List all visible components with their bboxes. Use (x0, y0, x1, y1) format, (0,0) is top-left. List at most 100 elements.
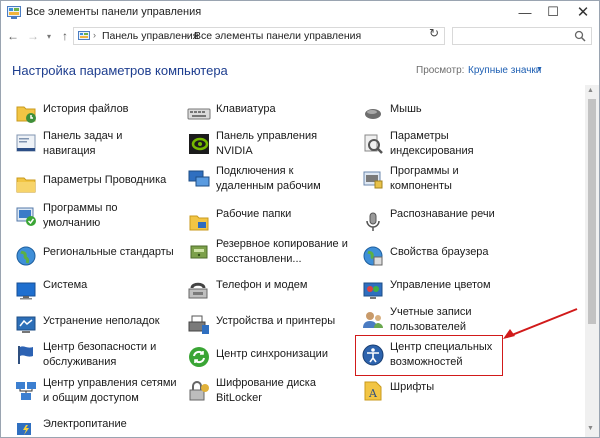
item-label: Центр управления сетями и общим доступом (43, 377, 177, 404)
item-label: Центр безопасности и обслуживания (43, 341, 157, 368)
item-label: Устранение неполадок (43, 315, 160, 327)
internet-options-icon (363, 246, 383, 266)
scroll-up-icon[interactable]: ▲ (587, 87, 594, 94)
mouse-icon (365, 109, 381, 119)
back-arrow-icon[interactable]: ← (5, 27, 21, 45)
item-work-folders[interactable]: Рабочие папки (187, 207, 347, 241)
item-default-programs[interactable]: Программы по умолчанию (14, 201, 174, 235)
programs-features-icon (363, 171, 383, 189)
item-label: Панель управления NVIDIA (216, 130, 318, 157)
item-region[interactable]: Региональные стандарты (14, 241, 174, 275)
window-title: Все элементы панели управления (26, 6, 202, 18)
bitlocker-icon (189, 381, 209, 401)
network-icon (16, 382, 36, 400)
folder-options-icon (16, 177, 36, 193)
scroll-thumb[interactable] (588, 99, 596, 324)
item-label: Шифрование диска BitLocker (216, 377, 316, 404)
refresh-icon[interactable]: ↻ (429, 26, 439, 40)
item-power[interactable]: Электропитание (14, 415, 174, 438)
control-panel-window: Все элементы панели управления — ☐ ✕ ← →… (0, 0, 600, 438)
item-keyboard[interactable]: Клавиатура (187, 98, 347, 132)
item-label: Мышь (390, 103, 422, 115)
security-flag-icon (18, 346, 33, 364)
item-label: Система (43, 279, 88, 291)
red-arrow-annotation (503, 308, 578, 339)
item-label: Свойства браузера (390, 246, 489, 258)
search-input[interactable] (452, 27, 592, 45)
forward-arrow-icon[interactable]: → (25, 27, 41, 45)
vertical-scrollbar[interactable]: ▲ ▼ (585, 85, 599, 437)
file-history-icon (16, 106, 36, 123)
item-troubleshooting[interactable]: Устранение неполадок (14, 310, 174, 344)
item-label: Параметры индексирования (390, 130, 474, 157)
item-label: Региональные стандарты (43, 246, 174, 258)
taskbar-icon (16, 134, 36, 152)
close-button[interactable]: ✕ (568, 1, 598, 23)
keyboard-icon (187, 108, 211, 120)
work-folders-icon (189, 215, 209, 231)
troubleshooting-icon (16, 316, 36, 333)
control-panel-app-icon (7, 6, 21, 19)
backup-icon (190, 245, 208, 259)
view-dropdown-icon[interactable]: ▼ (536, 66, 543, 73)
item-indexing[interactable]: Параметры индексирования (361, 129, 521, 163)
minimize-button[interactable]: — (510, 1, 540, 23)
search-icon (574, 30, 586, 42)
svg-text:A: A (368, 387, 378, 400)
item-label: Распознавание речи (390, 208, 495, 220)
sync-center-icon (189, 347, 209, 367)
item-system[interactable]: Система (14, 276, 174, 310)
item-security-center[interactable]: Центр безопасности и обслуживания (14, 340, 174, 374)
speech-recognition-icon (366, 212, 380, 231)
item-remote-desktop[interactable]: Подключения к удаленным рабочим (187, 164, 347, 198)
power-icon (17, 423, 31, 435)
breadcrumb-all-items[interactable]: Все элементы панели управления (194, 30, 361, 42)
system-icon (16, 282, 36, 300)
item-network-center[interactable]: Центр управления сетями и общим доступом (14, 376, 179, 410)
title-bar: Все элементы панели управления — ☐ ✕ (1, 1, 599, 25)
remote-desktop-icon (188, 170, 210, 187)
region-icon (16, 246, 36, 266)
item-internet-options[interactable]: Свойства браузера (361, 241, 521, 275)
item-fonts[interactable]: A Шрифты (361, 376, 521, 410)
item-sync-center[interactable]: Центр синхронизации (187, 342, 347, 376)
item-label: Устройства и принтеры (216, 315, 336, 327)
control-panel-address-icon (78, 31, 90, 40)
item-phone-modem[interactable]: Телефон и модем (187, 276, 347, 310)
up-arrow-icon[interactable]: ↑ (57, 27, 73, 45)
indexing-icon (364, 134, 383, 154)
devices-printers-icon (188, 315, 209, 334)
item-label: Панель задач и навигация (43, 130, 123, 157)
item-label: Учетные записи пользователей (390, 306, 472, 333)
item-label: Резервное копирование и восстановлени... (216, 238, 348, 265)
item-taskbar[interactable]: Панель задач и навигация (14, 129, 174, 163)
item-file-history[interactable]: История файлов (14, 98, 174, 132)
item-label: Программы и компоненты (390, 165, 459, 192)
view-by-dropdown[interactable]: Крупные значки (468, 65, 541, 76)
item-folder-options[interactable]: Параметры Проводника (14, 169, 174, 203)
scroll-down-icon[interactable]: ▼ (587, 425, 594, 432)
recent-locations-chevron-icon[interactable]: ▾ (41, 27, 57, 45)
maximize-button[interactable]: ☐ (538, 1, 568, 23)
color-management-icon (363, 282, 383, 299)
item-nvidia[interactable]: Панель управления NVIDIA (187, 129, 347, 163)
item-mouse[interactable]: Мышь (361, 98, 521, 132)
item-devices-printers[interactable]: Устройства и принтеры (187, 310, 347, 344)
address-bar[interactable]: › Панель управления › Все элементы панел… (73, 27, 489, 45)
item-label: Подключения к удаленным рабочим (216, 165, 321, 192)
item-bitlocker[interactable]: Шифрование диска BitLocker (187, 376, 347, 410)
item-programs-features[interactable]: Программы и компоненты (361, 164, 521, 198)
item-backup[interactable]: Резервное копирование и восстановлени... (187, 237, 352, 271)
item-label: Электропитание (43, 418, 127, 430)
item-label: Рабочие папки (216, 208, 292, 220)
breadcrumb-separator: › (93, 30, 96, 40)
default-programs-icon (16, 207, 36, 226)
breadcrumb-control-panel[interactable]: Панель управления (102, 30, 198, 42)
view-by-label: Просмотр: (416, 65, 465, 76)
item-label: Телефон и модем (216, 279, 308, 291)
breadcrumb-separator: › (185, 30, 188, 40)
item-label: Клавиатура (216, 103, 276, 115)
item-speech[interactable]: Распознавание речи (361, 207, 521, 241)
item-label: Шрифты (390, 381, 435, 393)
user-accounts-icon (363, 312, 383, 328)
